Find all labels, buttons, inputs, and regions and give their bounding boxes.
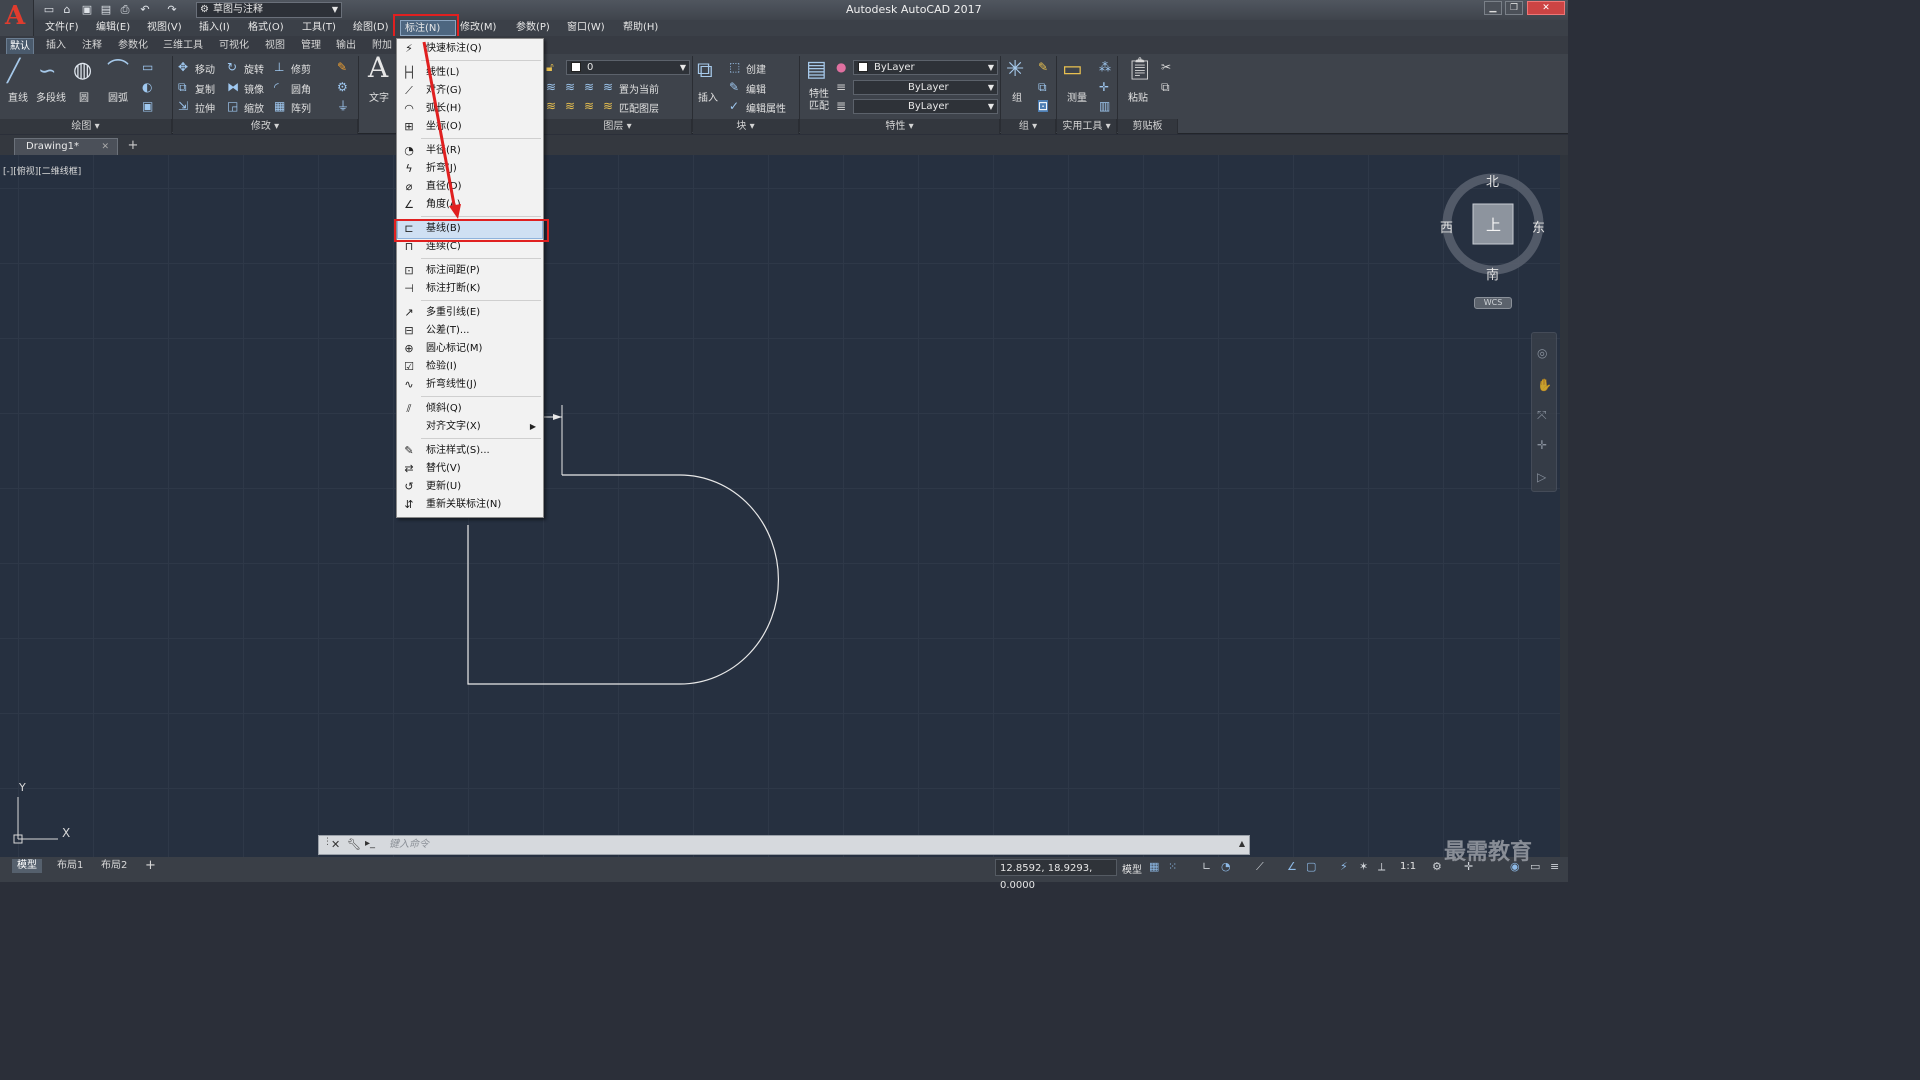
annotation-arrowhead (449, 204, 461, 219)
auto-scale-icon[interactable]: ✶ (1359, 861, 1368, 873)
annotation-scale-icon[interactable]: ⟂ (1378, 861, 1385, 873)
watermark-text: 最需教育 (1444, 840, 1533, 865)
close-icon[interactable]: ✕ (331, 838, 340, 851)
baseline-highlight (394, 219, 549, 242)
layout-tab-layout1[interactable]: 布局1 (52, 859, 88, 873)
command-input[interactable]: 键入命令 (389, 836, 429, 854)
wrench-icon[interactable]: 🔧︎ (347, 838, 361, 851)
object-snap-tracking-icon[interactable]: ∠ (1287, 861, 1297, 873)
snap-icon[interactable]: ⁙ (1168, 861, 1177, 873)
annotation-visibility-icon[interactable]: ⚡ (1340, 861, 1348, 873)
status-bar (0, 857, 1568, 882)
coordinates-display[interactable]: 12.8592, 18.9293, 0.0000 (995, 859, 1117, 891)
ortho-icon[interactable]: ∟ (1202, 861, 1211, 873)
annotation-arrow (422, 41, 457, 211)
polar-icon[interactable]: ◔ (1221, 861, 1231, 873)
layout-tab-model[interactable]: 模型 (12, 859, 42, 873)
add-layout-icon[interactable]: + (140, 859, 161, 873)
chevron-up-icon[interactable]: ▲ (1239, 839, 1245, 848)
grid-icon[interactable]: ▦ (1149, 861, 1159, 873)
annotation-overlay (422, 41, 461, 219)
isodraft-icon[interactable]: ⟋ (1256, 861, 1264, 873)
command-line[interactable]: ⋮ ✕ 🔧︎ ▸_ 键入命令 ▲ (318, 835, 1250, 855)
layout-tab-layout2[interactable]: 布局2 (96, 859, 132, 873)
object-snap-icon[interactable]: ▢ (1306, 861, 1316, 873)
customization-icon[interactable]: ≡ (1550, 861, 1559, 873)
annotation-scale-value[interactable]: 1:1 (1400, 861, 1416, 872)
command-prompt-icon[interactable]: ▸_ (365, 838, 375, 849)
workspace-gear-icon[interactable]: ⚙ (1432, 861, 1442, 873)
model-space-button[interactable]: 模型 (1122, 861, 1142, 876)
